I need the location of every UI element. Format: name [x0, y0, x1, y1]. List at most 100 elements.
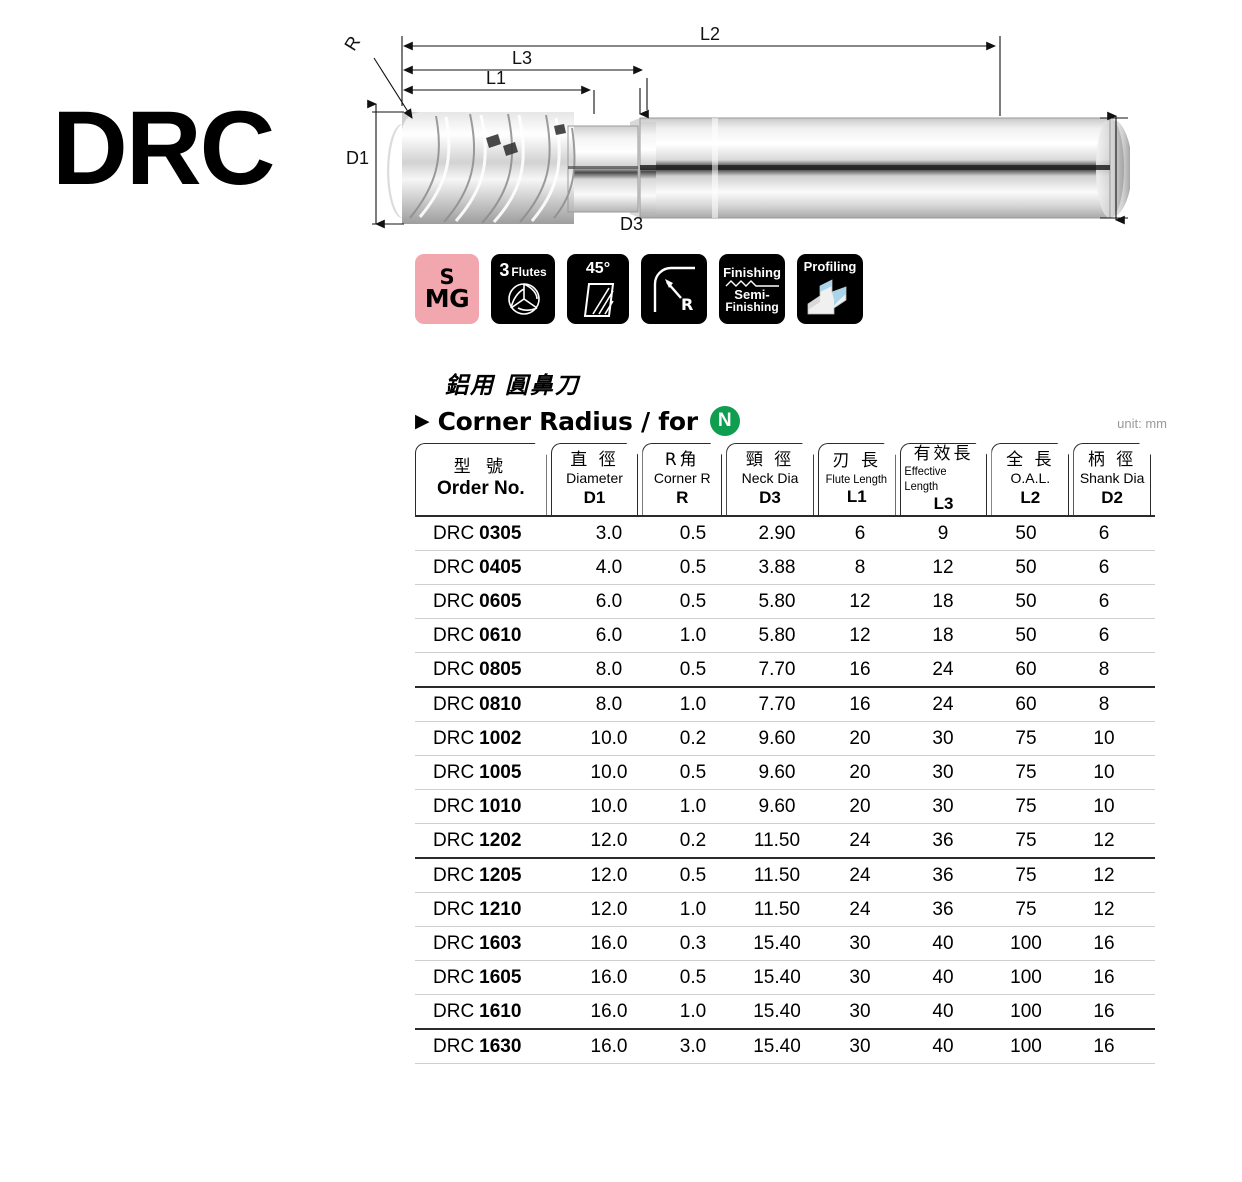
column-header-en: Corner R: [653, 470, 711, 487]
table-row: DRC 1002 10.0 0.2 9.60 20 30 75 10: [415, 722, 1155, 756]
order-code: 1630: [479, 1035, 522, 1057]
cell-l2: 50: [1015, 556, 1037, 578]
feature-icon-strip: S MG 3 Flutes 45° R Finishing Semi- Fini…: [415, 254, 863, 326]
cell-d2: 12: [1093, 829, 1115, 851]
column-header-d3: 頸 徑 Neck Dia D3: [726, 443, 814, 515]
cell-d3: 15.40: [753, 966, 801, 988]
cell-d1: 4.0: [595, 556, 623, 578]
cell-order-no: DRC 0305: [415, 523, 565, 545]
section-title-en: Corner Radius / for: [437, 406, 698, 436]
cell-r: 0.2: [679, 829, 707, 851]
cell-r: 1.0: [679, 1000, 707, 1022]
column-header-en: O.A.L.: [1010, 470, 1051, 487]
cell-l2: 60: [1015, 693, 1037, 715]
column-header-cn: R角: [664, 449, 700, 470]
column-header-symbol: R: [676, 487, 689, 507]
column-header-en: Effective Length: [904, 464, 947, 494]
cell-d1: 6.0: [595, 590, 623, 612]
finishing-line2: Semi-: [734, 286, 770, 302]
cell-l1: 30: [849, 1000, 871, 1022]
cell-l3: 40: [932, 1035, 954, 1057]
cell-d3: 2.90: [758, 522, 796, 544]
cell-l2: 50: [1015, 624, 1037, 646]
order-code: 1610: [479, 1000, 522, 1022]
cell-order-no: DRC 0605: [415, 591, 565, 613]
cell-d1: 16.0: [590, 932, 628, 954]
smg-material-badge: S MG: [415, 254, 479, 324]
order-prefix: DRC: [433, 624, 475, 646]
cell-l1: 30: [849, 966, 871, 988]
cell-l3: 36: [932, 829, 954, 851]
order-code: 1202: [479, 829, 522, 851]
column-header-en: Flute Length: [826, 471, 888, 486]
cell-order-no: DRC 1205: [415, 865, 565, 887]
cell-l1: 12: [849, 590, 871, 612]
table-row: DRC 0405 4.0 0.5 3.88 8 12 50 6: [415, 551, 1155, 585]
table-row: DRC 0805 8.0 0.5 7.70 16 24 60 8: [415, 653, 1155, 688]
order-code: 1005: [479, 761, 522, 783]
column-header-d1: 直 徑 Diameter D1: [551, 443, 639, 515]
cell-l3: 24: [932, 658, 954, 680]
order-prefix: DRC: [433, 829, 475, 851]
cell-r: 0.5: [679, 966, 707, 988]
order-code: 0405: [479, 556, 522, 578]
column-header-l3: 有效長 Effective Length L3: [900, 443, 988, 515]
cell-d2: 10: [1093, 795, 1115, 817]
table-row: DRC 0810 8.0 1.0 7.70 16 24 60 8: [415, 688, 1155, 722]
section-subtitle-cn: 鋁用 圓鼻刀: [445, 373, 581, 399]
table-body: DRC 0305 3.0 0.5 2.90 6 9 50 6 DRC 0405 4.0 0.5 3.88 8…: [415, 517, 1155, 1064]
order-prefix: DRC: [433, 761, 475, 783]
cell-r: 0.5: [679, 590, 707, 612]
cell-l3: 9: [937, 522, 949, 544]
cell-l3: 18: [932, 590, 954, 612]
cell-l3: 36: [932, 898, 954, 920]
cell-d3: 15.40: [753, 1000, 801, 1022]
cell-d2: 10: [1093, 761, 1115, 783]
table-row: DRC 1010 10.0 1.0 9.60 20 30 75 10: [415, 790, 1155, 824]
cell-l3: 40: [932, 966, 954, 988]
cell-order-no: DRC 1630: [415, 1036, 565, 1058]
cell-d2: 10: [1093, 727, 1115, 749]
unit-note: unit: mm: [1117, 416, 1167, 431]
order-prefix: DRC: [433, 1000, 475, 1022]
cell-l1: 20: [849, 727, 871, 749]
cell-order-no: DRC 1603: [415, 933, 565, 955]
table-header-row: 型 號 Order No. 直 徑 Diameter D1 R角 Corner RR頸 徑N…: [415, 443, 1155, 515]
order-code: 0305: [479, 522, 522, 544]
profiling-icon: Profiling: [797, 254, 863, 324]
column-header-cn: 全 長: [1006, 449, 1055, 470]
cell-order-no: DRC 0610: [415, 625, 565, 647]
cell-r: 0.2: [679, 727, 707, 749]
order-code: 1210: [479, 898, 522, 920]
product-code-title: DRC: [52, 90, 275, 207]
dim-label-L1: L1: [486, 68, 506, 88]
cell-d1: 3.0: [595, 522, 623, 544]
order-code: 1002: [479, 727, 522, 749]
cell-l1: 24: [849, 829, 871, 851]
order-prefix: DRC: [433, 590, 475, 612]
column-header-symbol: D2: [1101, 487, 1123, 507]
table-row: DRC 0605 6.0 0.5 5.80 12 18 50 6: [415, 585, 1155, 619]
smg-line2: MG: [424, 284, 470, 314]
cell-l2: 100: [1010, 1000, 1042, 1022]
order-code: 0805: [479, 658, 522, 680]
cell-l1: 24: [849, 898, 871, 920]
order-prefix: DRC: [433, 932, 475, 954]
cell-order-no: DRC 1005: [415, 762, 565, 784]
column-header-symbol: D3: [759, 487, 781, 507]
cell-d1: 10.0: [590, 795, 628, 817]
material-group-badge: N: [709, 406, 740, 436]
cell-d3: 9.60: [758, 795, 796, 817]
cell-d2: 16: [1093, 932, 1115, 954]
cell-order-no: DRC 1202: [415, 830, 565, 852]
finishing-icon: Finishing Semi- Finishing: [719, 254, 785, 324]
cell-d1: 12.0: [590, 898, 628, 920]
column-header-en: Diameter: [566, 470, 623, 487]
cell-d2: 16: [1093, 1000, 1115, 1022]
cell-l1: 20: [849, 761, 871, 783]
cell-l2: 100: [1010, 1035, 1042, 1057]
column-header-cn: 頸 徑: [745, 449, 795, 470]
cell-d3: 7.70: [758, 658, 796, 680]
order-code: 1605: [479, 966, 522, 988]
cell-d2: 16: [1093, 1035, 1115, 1057]
